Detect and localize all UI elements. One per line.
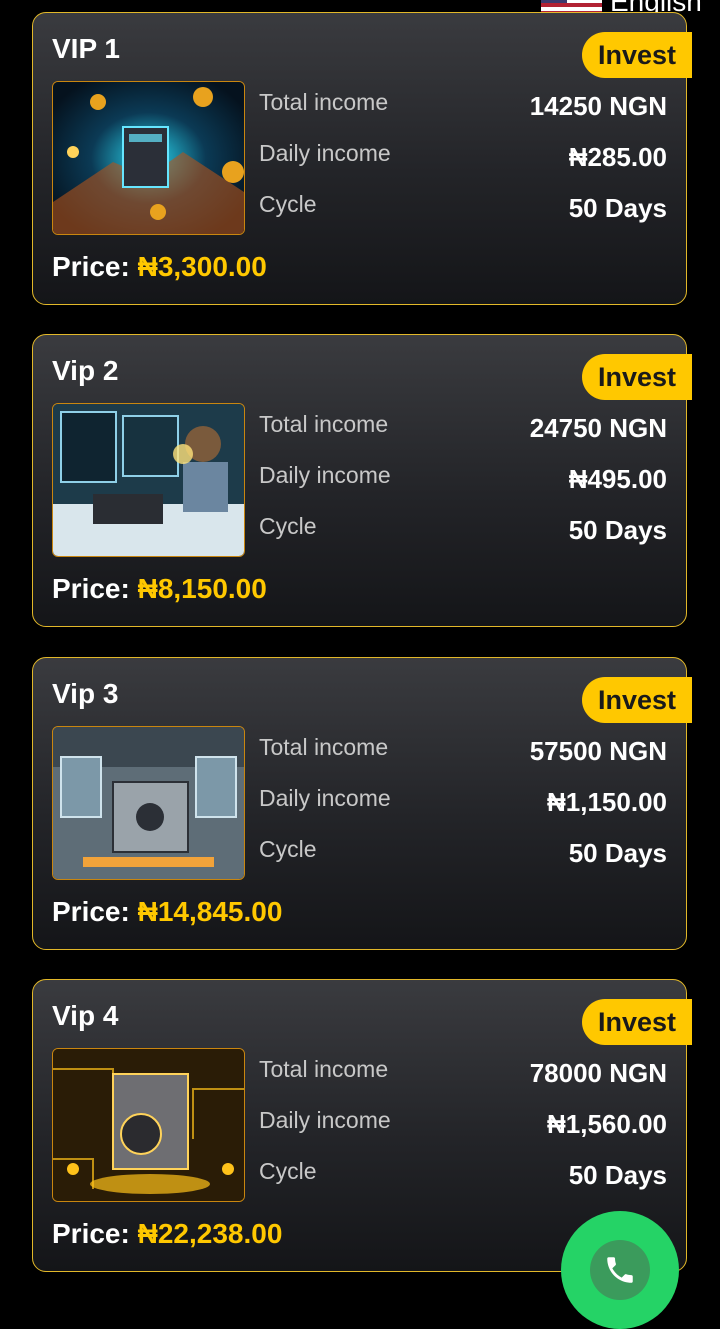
daily-income-value: ₦495.00 xyxy=(568,464,667,494)
plan-image xyxy=(52,726,245,880)
cycle-value: 50 Days xyxy=(568,515,667,545)
cycle-value: 50 Days xyxy=(568,838,667,868)
plan-name: Vip 3 xyxy=(52,678,119,709)
invest-button[interactable]: Invest xyxy=(582,999,692,1045)
plan-name: Vip 2 xyxy=(52,355,119,386)
invest-button[interactable]: Invest xyxy=(582,354,692,400)
price: Price: ₦8,150.00 xyxy=(52,573,267,605)
invest-button[interactable]: Invest xyxy=(582,677,692,723)
daily-income-value: ₦285.00 xyxy=(568,142,667,172)
total-income-label: Total income xyxy=(259,89,389,115)
total-income-value: 78000 NGN xyxy=(529,1058,667,1088)
cycle-label: Cycle xyxy=(259,1158,317,1184)
total-income-label: Total income xyxy=(259,411,389,437)
total-income-value: 57500 NGN xyxy=(529,736,667,766)
price: Price: ₦14,845.00 xyxy=(52,896,282,928)
total-income-value: 24750 NGN xyxy=(529,413,667,443)
price-label: Price: xyxy=(52,251,130,282)
price-value: ₦8,150.00 xyxy=(137,573,267,604)
price-value: ₦22,238.00 xyxy=(137,1218,283,1249)
daily-income-label: Daily income xyxy=(259,462,391,488)
plan-card-vip-2: Vip 2 Invest Total income 24750 NGN Dail… xyxy=(32,334,692,627)
price: Price: ₦22,238.00 xyxy=(52,1218,282,1250)
invest-button[interactable]: Invest xyxy=(582,32,692,78)
plan-name: VIP 1 xyxy=(52,33,120,64)
cycle-label: Cycle xyxy=(259,513,317,539)
price-label: Price: xyxy=(52,896,130,927)
total-income-value: 14250 NGN xyxy=(529,91,667,121)
price-value: ₦3,300.00 xyxy=(137,251,267,282)
price-label: Price: xyxy=(52,1218,130,1249)
cycle-label: Cycle xyxy=(259,191,317,217)
daily-income-value: ₦1,150.00 xyxy=(547,787,667,817)
total-income-label: Total income xyxy=(259,1056,389,1082)
plan-image xyxy=(52,1048,245,1202)
daily-income-value: ₦1,560.00 xyxy=(547,1109,667,1139)
plan-image xyxy=(52,403,245,557)
daily-income-label: Daily income xyxy=(259,140,391,166)
price-value: ₦14,845.00 xyxy=(137,896,283,927)
daily-income-label: Daily income xyxy=(259,1107,391,1133)
cycle-value: 50 Days xyxy=(568,1160,667,1190)
plan-image xyxy=(52,81,245,235)
plan-name: Vip 4 xyxy=(52,1000,119,1031)
plan-card-vip-1: VIP 1 Invest Total income 14250 NGN Dail… xyxy=(32,12,692,305)
total-income-label: Total income xyxy=(259,734,389,760)
whatsapp-button[interactable] xyxy=(561,1211,679,1329)
plan-card-vip-3: Vip 3 Invest Total income 57500 NGN Dail… xyxy=(32,657,692,950)
price-label: Price: xyxy=(52,573,130,604)
daily-income-label: Daily income xyxy=(259,785,391,811)
phone-icon xyxy=(590,1240,650,1300)
cycle-value: 50 Days xyxy=(568,193,667,223)
cycle-label: Cycle xyxy=(259,836,317,862)
price: Price: ₦3,300.00 xyxy=(52,251,267,283)
